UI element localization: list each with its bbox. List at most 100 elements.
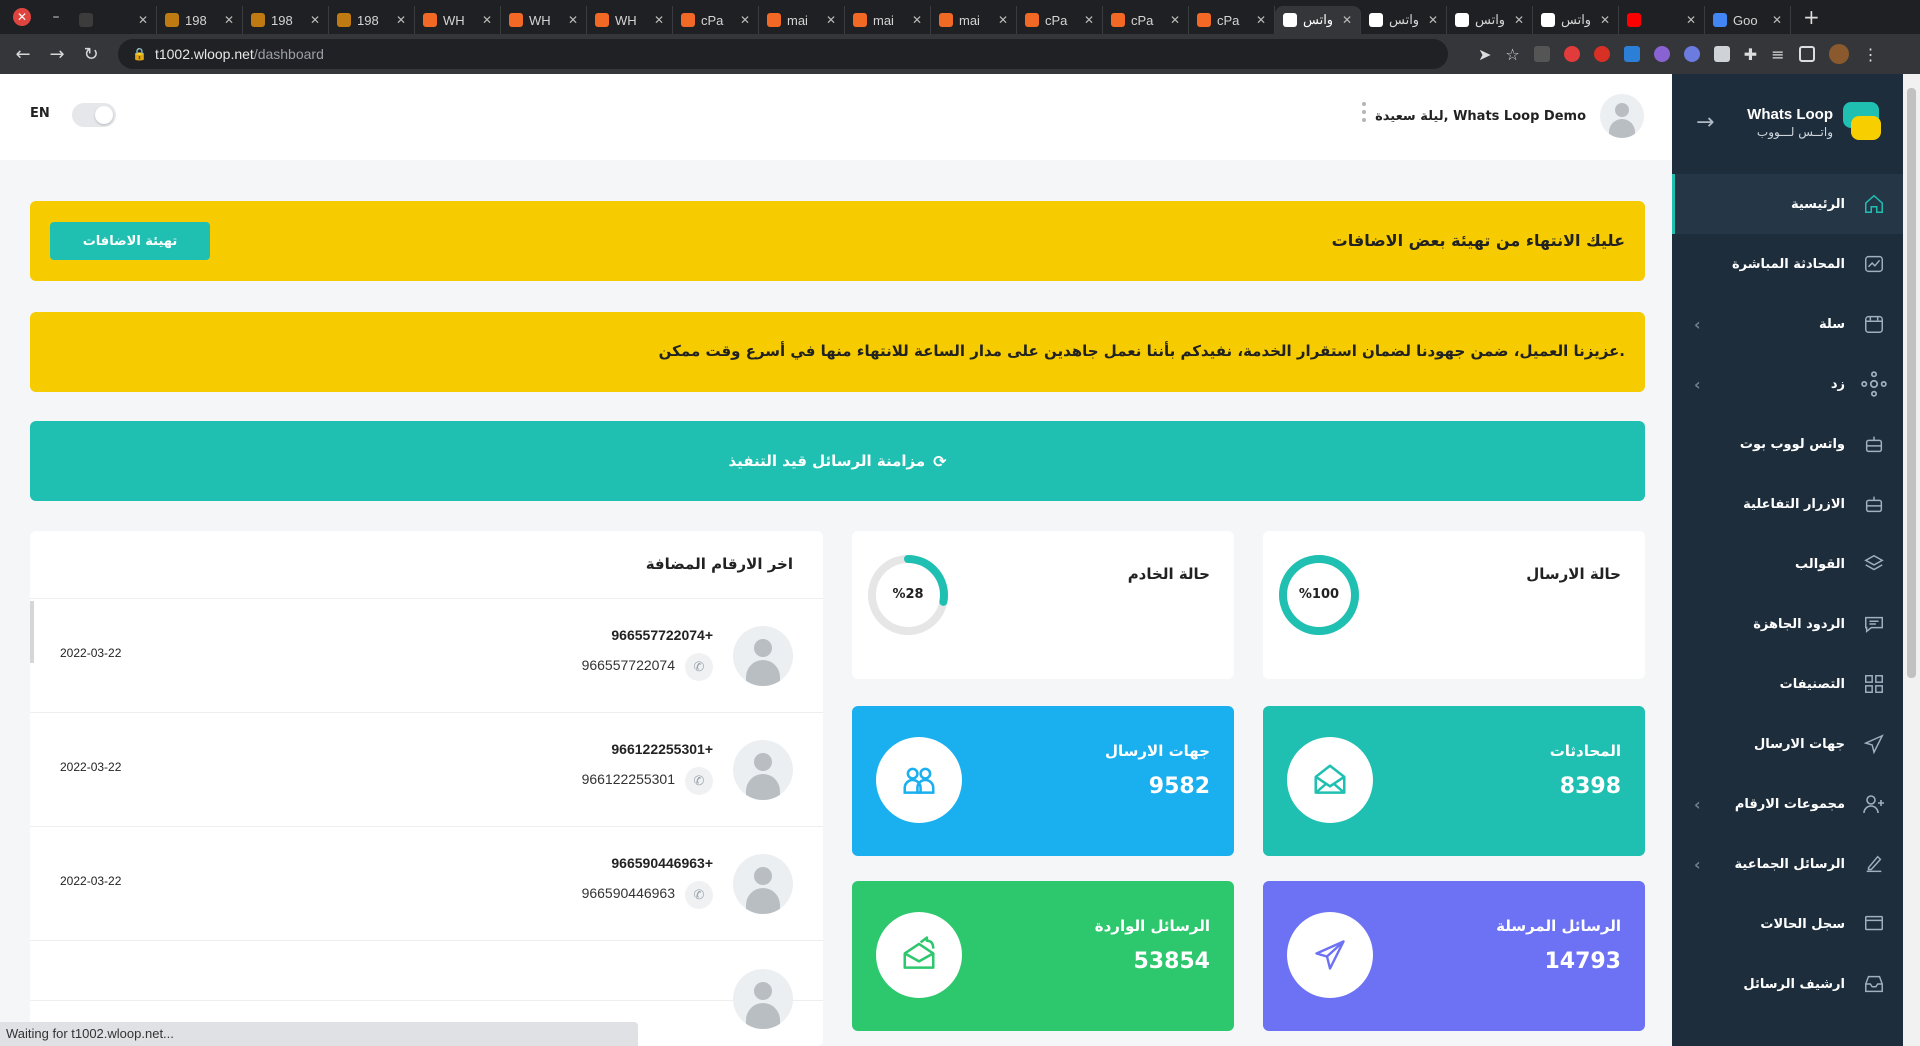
user-avatar[interactable] bbox=[1600, 94, 1644, 138]
brand[interactable]: Whats Loop واتــس لـــووب bbox=[1747, 102, 1881, 142]
browser-tab[interactable]: 198 ✕ bbox=[157, 6, 243, 34]
user-menu[interactable]: ليلة سعيدة, Whats Loop Demo bbox=[1375, 94, 1644, 138]
browser-tab[interactable]: ✕ bbox=[1619, 6, 1705, 34]
list-item[interactable]: 2022-03-22 966590446963+ 966590446963 ✆ bbox=[30, 827, 823, 941]
sidebar-item[interactable]: واتس لووب بوت bbox=[1672, 414, 1903, 474]
phone-icon[interactable]: ✆ bbox=[685, 881, 713, 909]
sidebar-item[interactable]: ‹ زد bbox=[1672, 354, 1903, 414]
list-item[interactable]: 2022-03-22 966557722074+ 966557722074 ✆ bbox=[30, 599, 823, 713]
tab-close-icon[interactable]: ✕ bbox=[826, 13, 836, 27]
sidebar-header: → Whats Loop واتــس لـــووب bbox=[1672, 74, 1903, 174]
back-icon[interactable]: ← bbox=[6, 44, 40, 65]
tab-close-icon[interactable]: ✕ bbox=[138, 13, 148, 27]
send-status-percent: %100 bbox=[1298, 587, 1340, 602]
send-tab-icon[interactable]: ➤ bbox=[1478, 45, 1491, 64]
phone-icon[interactable]: ✆ bbox=[685, 767, 713, 795]
sidebar-item[interactable]: القوالب bbox=[1672, 534, 1903, 594]
browser-tab[interactable]: WH ✕ bbox=[415, 6, 501, 34]
tab-close-icon[interactable]: ✕ bbox=[912, 13, 922, 27]
new-tab-button[interactable]: + bbox=[1803, 5, 1820, 29]
pen-extension-icon[interactable] bbox=[1533, 46, 1550, 62]
menu-dots-icon[interactable]: ⋮ bbox=[1863, 45, 1879, 64]
tab-close-icon[interactable]: ✕ bbox=[740, 13, 750, 27]
tab-close-icon[interactable]: ✕ bbox=[482, 13, 492, 27]
tab-close-icon[interactable]: ✕ bbox=[1084, 13, 1094, 27]
tab-close-icon[interactable]: ✕ bbox=[1428, 13, 1438, 27]
conversations-card[interactable]: المحادثات 8398 bbox=[1263, 706, 1645, 856]
puzzle-icon[interactable]: ✚ bbox=[1744, 45, 1757, 64]
tab-title: mai bbox=[787, 12, 808, 28]
shield-extension-icon[interactable] bbox=[1713, 46, 1730, 62]
phone-icon[interactable]: ✆ bbox=[685, 653, 713, 681]
sidebar-item[interactable]: ‹ الرسائل الجماعية bbox=[1672, 834, 1903, 894]
browser-tab[interactable]: cPa ✕ bbox=[1017, 6, 1103, 34]
tab-close-icon[interactable]: ✕ bbox=[1170, 13, 1180, 27]
page-scrollbar[interactable] bbox=[1903, 74, 1920, 1046]
bookmark-star-icon[interactable]: ☆ bbox=[1505, 45, 1519, 64]
browser-tab[interactable]: واتس ✕ bbox=[1275, 6, 1361, 34]
senders-card[interactable]: جهات الارسال 9582 bbox=[852, 706, 1234, 856]
sidebar-item[interactable]: التصنيفات bbox=[1672, 654, 1903, 714]
tab-close-icon[interactable]: ✕ bbox=[1600, 13, 1610, 27]
browser-tab[interactable]: cPa ✕ bbox=[1189, 6, 1275, 34]
sidebar-item[interactable]: ‹ سلة bbox=[1672, 294, 1903, 354]
browser-tab[interactable]: Goo ✕ bbox=[1705, 6, 1791, 34]
tab-close-icon[interactable]: ✕ bbox=[654, 13, 664, 27]
browser-tab[interactable]: mai ✕ bbox=[759, 6, 845, 34]
address-bar[interactable]: 🔒 t1002.wloop.net/dashboard bbox=[118, 39, 1448, 69]
red-extension-icon[interactable] bbox=[1593, 46, 1610, 62]
tab-close-icon[interactable]: ✕ bbox=[1342, 13, 1352, 27]
browser-tab[interactable]: cPa ✕ bbox=[1103, 6, 1189, 34]
setup-addons-button[interactable]: تهيئة الاضافات bbox=[50, 222, 210, 260]
browser-tab[interactable]: ✕ bbox=[71, 6, 157, 34]
browser-tab[interactable]: WH ✕ bbox=[587, 6, 673, 34]
tab-close-icon[interactable]: ✕ bbox=[998, 13, 1008, 27]
tab-close-icon[interactable]: ✕ bbox=[1514, 13, 1524, 27]
fb-extension-icon[interactable] bbox=[1623, 46, 1640, 62]
browser-tab[interactable]: 198 ✕ bbox=[329, 6, 415, 34]
arrow-right-icon[interactable]: → bbox=[1696, 110, 1714, 135]
sidebar-item[interactable]: الرئيسية bbox=[1672, 174, 1903, 234]
sidebar-item-label: سلة bbox=[1819, 316, 1845, 332]
sent-messages-card[interactable]: الرسائل المرسلة 14793 bbox=[1263, 881, 1645, 1031]
browser-tab[interactable]: 198 ✕ bbox=[243, 6, 329, 34]
color-extension-icon[interactable] bbox=[1653, 46, 1670, 62]
browser-tab[interactable]: واتس ✕ bbox=[1447, 6, 1533, 34]
reading-list-icon[interactable]: ≡ bbox=[1771, 45, 1784, 64]
tab-close-icon[interactable]: ✕ bbox=[568, 13, 578, 27]
adblock-extension-icon[interactable] bbox=[1563, 46, 1580, 62]
browser-tab[interactable]: cPa ✕ bbox=[673, 6, 759, 34]
sidebar-item[interactable]: ارشيف الرسائل bbox=[1672, 954, 1903, 1014]
sidebar-item[interactable]: الازرار التفاعلية bbox=[1672, 474, 1903, 534]
browser-tab[interactable]: WH ✕ bbox=[501, 6, 587, 34]
sidebar-item[interactable]: سجل الحالات bbox=[1672, 894, 1903, 954]
browser-tab[interactable]: mai ✕ bbox=[845, 6, 931, 34]
language-toggle[interactable] bbox=[72, 103, 116, 127]
tab-close-icon[interactable]: ✕ bbox=[1772, 13, 1782, 27]
sidebar-item[interactable]: جهات الارسال bbox=[1672, 714, 1903, 774]
tab-title: cPa bbox=[1045, 12, 1068, 28]
browser-tab[interactable]: واتس ✕ bbox=[1361, 6, 1447, 34]
more-options-icon[interactable] bbox=[1362, 102, 1366, 126]
tab-close-icon[interactable]: ✕ bbox=[310, 13, 320, 27]
tab-close-icon[interactable]: ✕ bbox=[1256, 13, 1266, 27]
sidepanel-icon[interactable] bbox=[1798, 46, 1815, 62]
reload-icon[interactable]: ↻ bbox=[74, 44, 108, 65]
incoming-messages-card[interactable]: الرسائل الواردة 53854 bbox=[852, 881, 1234, 1031]
window-close-button[interactable]: ✕ bbox=[13, 8, 31, 26]
scrollbar-thumb[interactable] bbox=[1907, 88, 1916, 678]
tab-close-icon[interactable]: ✕ bbox=[1686, 13, 1696, 27]
sidebar-item[interactable]: الردود الجاهزة bbox=[1672, 594, 1903, 654]
tab-close-icon[interactable]: ✕ bbox=[396, 13, 406, 27]
gear-extension-icon[interactable] bbox=[1683, 46, 1700, 62]
sidebar-item[interactable]: المحادثة المباشرة bbox=[1672, 234, 1903, 294]
profile-avatar[interactable] bbox=[1828, 44, 1849, 64]
window-minimize-button[interactable]: – bbox=[41, 9, 71, 25]
browser-tab[interactable]: mai ✕ bbox=[931, 6, 1017, 34]
forward-icon[interactable]: → bbox=[40, 44, 74, 65]
list-item[interactable]: 2022-03-22 966122255301+ 966122255301 ✆ bbox=[30, 713, 823, 827]
browser-tab[interactable]: واتس ✕ bbox=[1533, 6, 1619, 34]
tab-close-icon[interactable]: ✕ bbox=[224, 13, 234, 27]
sidebar-item[interactable]: ‹ مجموعات الارقام bbox=[1672, 774, 1903, 834]
sync-banner-text: مزامنة الرسائل قيد التنفيذ bbox=[728, 452, 926, 470]
